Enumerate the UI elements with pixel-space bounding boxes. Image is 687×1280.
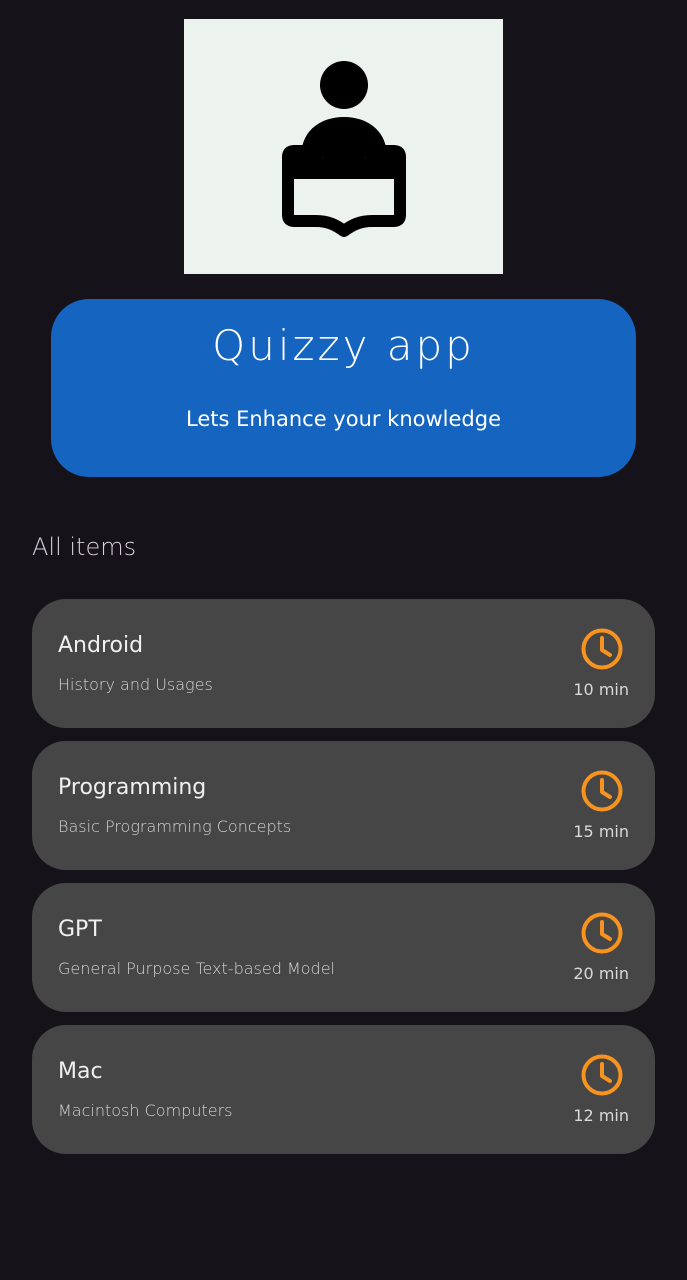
quiz-item-duration: 12 min [573,1106,629,1125]
quiz-item-description: General Purpose Text-based Model [58,959,335,978]
reader-icon [282,61,406,237]
quiz-item-duration: 10 min [573,680,629,699]
quiz-item-description: Basic Programming Concepts [58,817,292,836]
quiz-item-gpt[interactable]: GPT General Purpose Text-based Model 20 … [32,883,655,1012]
quiz-item-title: Mac [58,1059,103,1084]
quiz-item-duration: 15 min [573,822,629,841]
app-title: Quizzy app [212,321,475,370]
clock-icon [581,912,623,954]
quiz-item-title: Android [58,633,144,658]
clock-icon [581,770,623,812]
quiz-item-title: GPT [58,917,102,942]
app-logo [184,19,503,274]
quiz-list: Android History and Usages 10 min Progra… [32,599,655,1167]
quiz-item-android[interactable]: Android History and Usages 10 min [32,599,655,728]
hero-banner: Quizzy app Lets Enhance your knowledge [51,299,636,477]
section-title: All items [32,533,137,561]
quiz-item-mac[interactable]: Mac Macintosh Computers 12 min [32,1025,655,1154]
clock-icon [581,628,623,670]
quiz-item-duration: 20 min [573,964,629,983]
quiz-item-description: History and Usages [58,675,213,694]
quiz-item-description: Macintosh Computers [58,1101,233,1120]
quiz-item-title: Programming [58,775,207,800]
quiz-item-programming[interactable]: Programming Basic Programming Concepts 1… [32,741,655,870]
clock-icon [581,1054,623,1096]
app-subtitle: Lets Enhance your knowledge [185,407,502,431]
